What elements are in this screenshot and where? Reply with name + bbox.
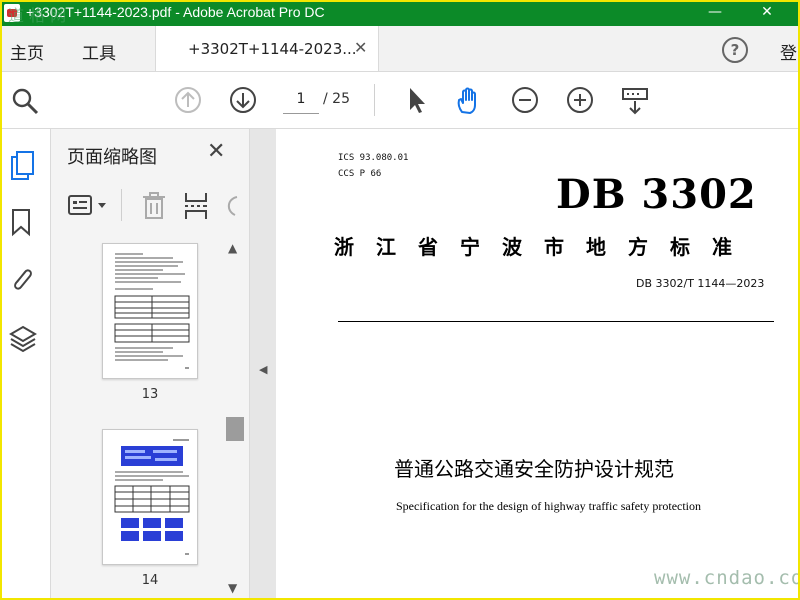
panel-tool-divider (121, 189, 122, 221)
thumbnail-page-14[interactable] (102, 429, 198, 565)
doc-ccs-code: CCS P 66 (338, 169, 382, 179)
page-number-input[interactable]: 1 (283, 85, 319, 114)
search-icon[interactable] (10, 86, 40, 116)
hand-tool-icon[interactable] (454, 86, 484, 116)
thumbnail-options-icon[interactable] (67, 193, 111, 219)
toolbar-divider (374, 84, 375, 116)
left-nav-rail (0, 129, 51, 600)
rotate-page-icon[interactable] (223, 193, 239, 219)
thumbnails-scrollbar[interactable]: ▲ ▼ (225, 237, 245, 600)
page-thumbnails-icon[interactable] (8, 149, 38, 183)
scroll-down-icon[interactable]: ▼ (228, 581, 237, 595)
split-page-icon[interactable] (183, 191, 209, 221)
scroll-mode-icon[interactable] (620, 86, 650, 116)
sign-in-link[interactable]: 登 (780, 39, 797, 64)
close-window-button[interactable]: ✕ (752, 0, 782, 26)
thumbnail-13-label: 13 (141, 387, 159, 402)
doc-divider-line (338, 321, 774, 322)
doc-standard-name: 浙江省宁波市地方标准 (334, 235, 754, 259)
attachment-icon[interactable] (8, 263, 36, 295)
thumbnail-14-label: 14 (141, 573, 159, 588)
bookmark-icon[interactable] (8, 207, 34, 237)
toolbar: 1 / 25 (0, 72, 800, 129)
thumbnail-13-preview (114, 253, 190, 369)
menu-bar: 主页 工具 +3302T+1144-2023... ✕ ? 登 (0, 26, 800, 72)
panel-splitter[interactable]: ◀ (250, 129, 276, 600)
title-bar: +3302T+1144-2023.pdf - Adobe Acrobat Pro… (0, 0, 800, 26)
menu-tools[interactable]: 工具 (82, 39, 116, 64)
layers-icon[interactable] (8, 323, 38, 353)
tab-close-icon[interactable]: ✕ (354, 38, 367, 57)
window-title: +3302T+1144-2023.pdf - Adobe Acrobat Pro… (26, 4, 325, 20)
select-arrow-icon[interactable] (404, 86, 430, 114)
document-view[interactable]: ICS 93.080.01 CCS P 66 DB 3302 浙江省宁波市地方标… (276, 129, 800, 600)
next-page-icon[interactable] (229, 86, 257, 114)
thumbnails-list: 13 14 (51, 237, 249, 600)
document-tab[interactable]: +3302T+1144-2023... ✕ (155, 26, 379, 71)
site-watermark: 道 格 网 (8, 6, 67, 25)
thumbnail-14-preview (114, 439, 190, 555)
zoom-out-icon[interactable] (511, 86, 539, 114)
help-icon[interactable]: ? (722, 37, 748, 63)
scrollbar-thumb[interactable] (226, 417, 244, 441)
panel-close-icon[interactable]: ✕ (207, 139, 225, 164)
doc-db-code: DB 3302 (556, 171, 757, 218)
doc-standard-number: DB 3302/T 1144—2023 (636, 277, 765, 290)
minimize-button[interactable]: — (700, 0, 730, 26)
document-tab-label: +3302T+1144-2023... (188, 40, 357, 58)
zoom-in-icon[interactable] (566, 86, 594, 114)
panel-toolbar (51, 179, 249, 231)
page-count: / 25 (323, 91, 350, 107)
menu-home[interactable]: 主页 (10, 39, 44, 64)
collapse-panel-icon[interactable]: ◀ (259, 363, 267, 376)
doc-ics-code: ICS 93.080.01 (338, 153, 409, 163)
previous-page-icon[interactable] (174, 86, 202, 114)
doc-title-chinese: 普通公路交通安全防护设计规范 (394, 457, 674, 481)
thumbnails-panel: 页面缩略图 ✕ 13 14 ▲ ▼ (51, 129, 250, 600)
site-url-watermark: www.cndao.com (654, 567, 800, 589)
delete-page-icon[interactable] (141, 191, 167, 221)
panel-title: 页面缩略图 (67, 147, 157, 168)
doc-title-english: Specification for the design of highway … (396, 499, 702, 513)
scroll-up-icon[interactable]: ▲ (228, 241, 237, 255)
thumbnail-page-13[interactable] (102, 243, 198, 379)
